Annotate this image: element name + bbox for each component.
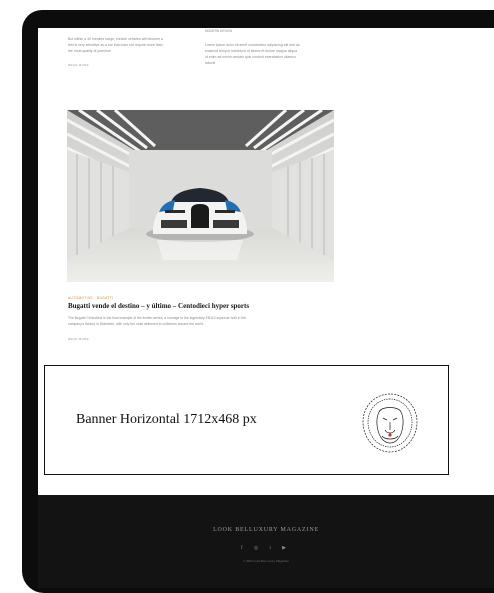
excerpt-line: company's factory in Molsheim, with only…	[68, 322, 204, 326]
footer-social-links: f ◎ t ▶	[38, 545, 494, 551]
site-footer: LOOK BELLUXURY MAGAZINE f ◎ t ▶ © 2023 L…	[38, 495, 494, 588]
featured-article-image[interactable]	[67, 110, 334, 282]
device-frame: But within a 30 minutes range, electric …	[22, 10, 494, 593]
footer-brand[interactable]: LOOK BELLUXURY MAGAZINE	[38, 527, 494, 533]
footer-copyright: © 2023 Look Bel Luxury Magazine	[243, 559, 289, 563]
facebook-icon[interactable]: f	[241, 546, 248, 551]
article-title[interactable]: Bugatti vende el destino – y último – Ce…	[68, 302, 249, 310]
horizontal-banner-ad[interactable]: Banner Horizontal 1712x468 px	[44, 365, 449, 475]
lion-head-logo-icon	[362, 393, 418, 453]
read-more-link[interactable]: READ MORE	[68, 337, 89, 341]
snippet-left-line: the most quality of premium	[68, 49, 111, 53]
article-excerpt: The Bugatti Centodieci is the final exam…	[68, 315, 313, 327]
article-category[interactable]: AUTOMOTIVE · BUGATTI	[68, 296, 113, 300]
banner-label: Banner Horizontal 1712x468 px	[76, 412, 257, 427]
youtube-icon[interactable]: ▶	[282, 546, 291, 551]
twitter-icon[interactable]: t	[270, 546, 276, 551]
snippet-right-line: laboris	[205, 61, 216, 65]
bugatti-car-image	[67, 110, 334, 282]
snippet-right-heading: MODERN DESIGN	[205, 29, 233, 33]
instagram-icon[interactable]: ◎	[254, 546, 263, 551]
read-more-link[interactable]: READ MORE	[68, 63, 89, 67]
snippet-right-line: ut enim ad minim veniam quis nostrud exe…	[205, 55, 296, 59]
